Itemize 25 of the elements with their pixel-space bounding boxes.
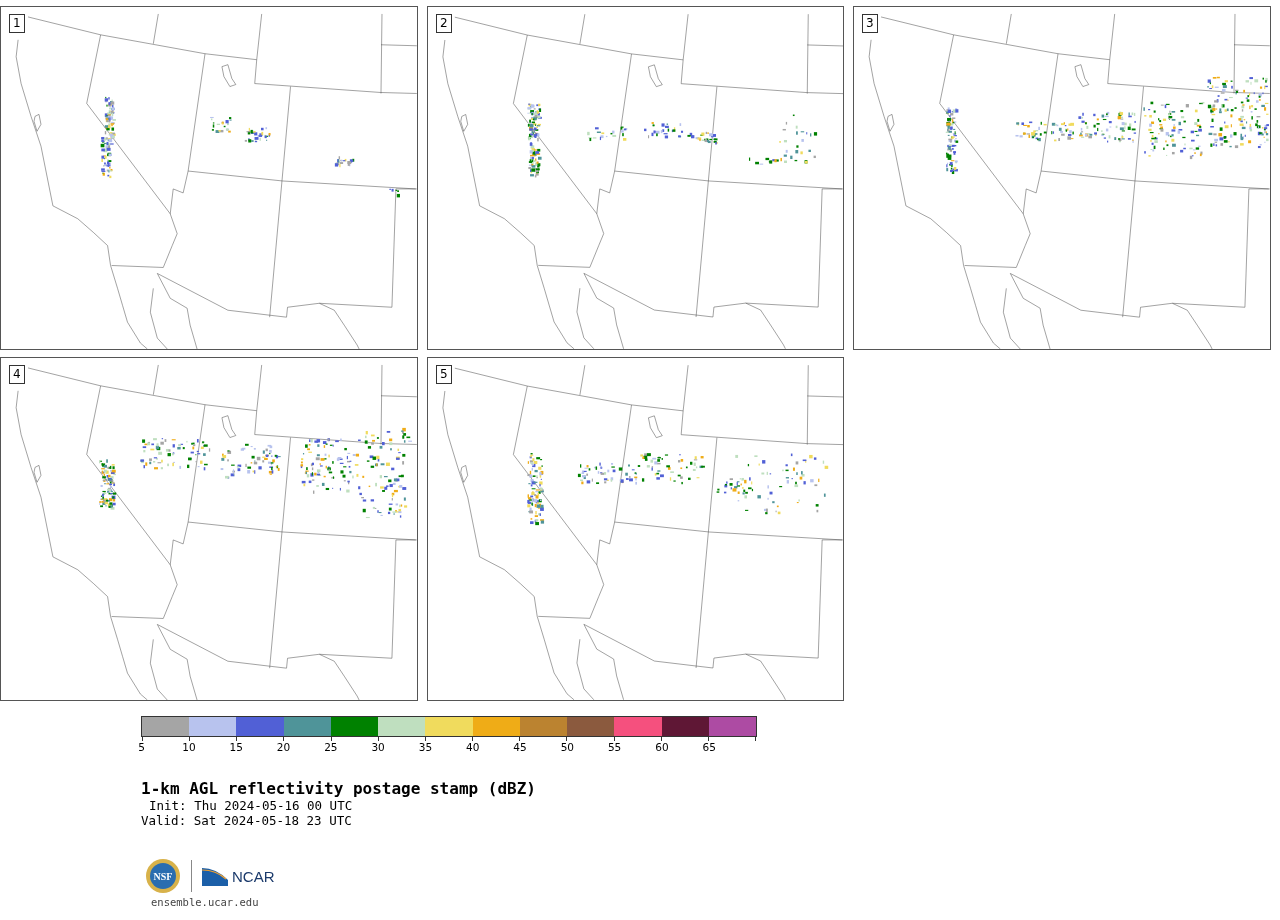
ncar-wordmark: NCAR — [232, 867, 275, 885]
nsf-logo: NSF — [145, 858, 181, 894]
valid-time: Valid: Sat 2024-05-18 23 UTC — [141, 813, 353, 828]
tick-label: 20 — [275, 741, 292, 754]
tick-label: 5 — [137, 741, 146, 754]
tick-label: 40 — [465, 741, 481, 754]
panel-number: 3 — [862, 14, 878, 33]
tick-label: 35 — [417, 741, 434, 754]
tick-label: 45 — [512, 741, 528, 754]
panel-number: 4 — [9, 365, 25, 384]
tick-label: 30 — [370, 741, 386, 754]
tick-label: 65 — [701, 741, 717, 754]
tick-label: 55 — [606, 741, 623, 754]
swoosh-icon — [202, 866, 228, 886]
tick-label: 60 — [654, 741, 670, 754]
tick-label: 15 — [228, 741, 244, 754]
panel-number: 1 — [9, 14, 25, 33]
init-time: Init: Thu 2024-05-16 00 UTC — [148, 798, 354, 813]
tick-label: 50 — [559, 741, 575, 754]
tick-label: 25 — [323, 741, 339, 754]
tick-label: 10 — [181, 741, 197, 754]
chart-title: 1-km AGL reflectivity postage stamp (dBZ) — [141, 779, 537, 798]
panel-number: 5 — [436, 365, 452, 384]
website-url: ensemble.ucar.edu — [151, 896, 260, 909]
panel-number: 2 — [436, 14, 452, 33]
